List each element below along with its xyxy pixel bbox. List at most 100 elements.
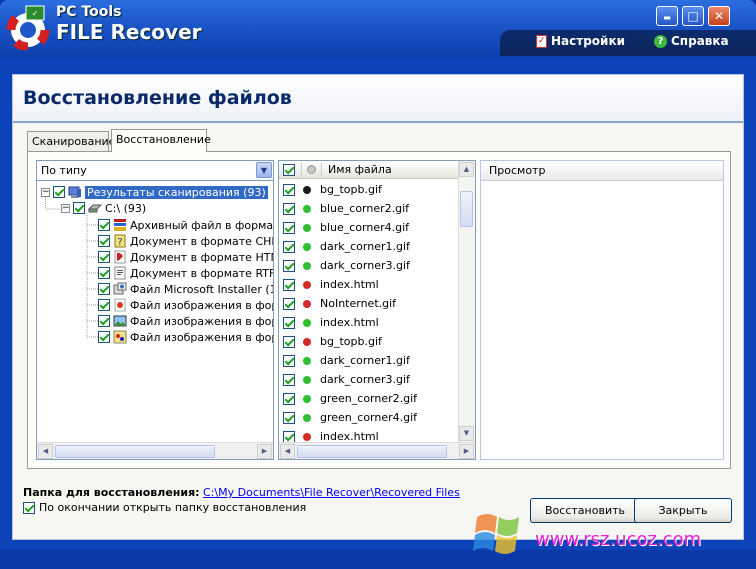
tree-item[interactable]: Документ в формате HTML (: [98, 249, 273, 265]
list-item[interactable]: dark_corner1.gif: [279, 351, 459, 370]
tree-item-label: Файл изображения в формате: [130, 298, 273, 312]
tab-scan[interactable]: Сканирование: [27, 131, 115, 151]
open-folder-label: По окончании открыть папку восстановлени…: [39, 501, 307, 514]
tab-restore[interactable]: Восстановление: [111, 129, 211, 152]
item-checkbox[interactable]: [98, 315, 110, 327]
list-item[interactable]: dark_corner3.gif: [279, 256, 459, 275]
open-folder-checkbox[interactable]: [23, 501, 35, 514]
restore-folder-link[interactable]: C:\My Documents\File Recover\Recovered F…: [203, 486, 460, 499]
file-checkbox[interactable]: [283, 373, 295, 386]
file-name: bg_topb.gif: [320, 183, 382, 196]
collapse-toggle-icon[interactable]: −: [61, 203, 70, 213]
open-folder-option[interactable]: По окончании открыть папку восстановлени…: [23, 501, 306, 514]
tree-item-label: Документ в формате HTML (: [130, 250, 273, 264]
page-title: Восстановление файлов: [23, 87, 292, 109]
minimize-button[interactable]: ▬: [656, 6, 678, 26]
list-item[interactable]: bg_topb.gif: [279, 332, 459, 351]
settings-menu-item[interactable]: ✓ Настройки: [536, 34, 625, 48]
scroll-left-icon[interactable]: ◀: [280, 444, 295, 459]
item-checkbox[interactable]: [98, 267, 110, 279]
chevron-down-icon[interactable]: ▼: [256, 162, 272, 178]
scan-results-tree: По типу ▼ − Результаты сканирования (93)…: [36, 160, 274, 460]
scroll-thumb[interactable]: [55, 445, 215, 458]
scroll-right-icon[interactable]: ▶: [459, 444, 474, 459]
help-icon: ?: [654, 34, 667, 48]
file-checkbox[interactable]: [283, 259, 295, 272]
scroll-left-icon[interactable]: ◀: [38, 444, 53, 459]
list-item[interactable]: bg_topb.gif: [279, 180, 459, 199]
file-checkbox[interactable]: [283, 411, 295, 424]
item-checkbox[interactable]: [98, 251, 110, 263]
file-checkbox[interactable]: [283, 316, 295, 329]
list-vertical-scrollbar[interactable]: ▲ ▼: [458, 161, 475, 443]
close-window-button[interactable]: ✕: [708, 6, 730, 26]
list-item[interactable]: dark_corner3.gif: [279, 370, 459, 389]
tree-item[interactable]: Документ в формате RTF (1): [98, 265, 273, 281]
recovery-status-icon: [303, 375, 311, 384]
file-name: dark_corner1.gif: [320, 354, 410, 367]
file-name: dark_corner3.gif: [320, 373, 410, 386]
tree-horizontal-scrollbar[interactable]: ◀ ▶: [37, 442, 273, 459]
close-button[interactable]: Закрыть: [634, 498, 732, 523]
list-item[interactable]: dark_corner1.gif: [279, 237, 459, 256]
list-item[interactable]: blue_corner2.gif: [279, 199, 459, 218]
scroll-thumb[interactable]: [460, 191, 473, 227]
list-item[interactable]: index.html: [279, 313, 459, 332]
tree-item[interactable]: Файл Microsoft Installer (1): [98, 281, 273, 297]
file-name: blue_corner4.gif: [320, 221, 410, 234]
status-column-icon[interactable]: [307, 165, 316, 174]
app-window: ✓ PC Tools FILE Recover ▬ □ ✕ ✓ Настройк…: [0, 0, 756, 554]
item-checkbox[interactable]: [98, 299, 110, 311]
scroll-right-icon[interactable]: ▶: [257, 444, 272, 459]
tree-root-row[interactable]: − Результаты сканирования (93): [41, 184, 273, 200]
column-header-filename[interactable]: Имя файла: [328, 163, 392, 176]
file-checkbox[interactable]: [283, 221, 295, 234]
file-checkbox[interactable]: [283, 297, 295, 310]
tree-item[interactable]: Файл изображения в формате: [98, 313, 273, 329]
list-item[interactable]: green_corner2.gif: [279, 389, 459, 408]
tree-item[interactable]: Архивный файл в формате ZIP: [98, 217, 273, 233]
list-item[interactable]: index.html: [279, 275, 459, 294]
item-checkbox[interactable]: [98, 235, 110, 247]
scroll-up-icon[interactable]: ▲: [459, 162, 474, 177]
file-checkbox[interactable]: [283, 202, 295, 215]
recovery-status-icon: [303, 223, 311, 232]
file-checkbox[interactable]: [283, 392, 295, 405]
scroll-thumb[interactable]: [297, 445, 447, 458]
file-checkbox[interactable]: [283, 278, 295, 291]
drive-checkbox[interactable]: [73, 202, 85, 214]
item-checkbox[interactable]: [98, 283, 110, 295]
file-name: index.html: [320, 278, 379, 291]
group-by-select[interactable]: По типу ▼: [37, 161, 273, 181]
file-name: green_corner4.gif: [320, 411, 418, 424]
file-checkbox[interactable]: [283, 240, 295, 253]
list-horizontal-scrollbar[interactable]: ◀ ▶: [279, 442, 475, 459]
tree-item-label: Файл изображения в формате: [130, 330, 273, 344]
scroll-down-icon[interactable]: ▼: [459, 426, 474, 441]
collapse-toggle-icon[interactable]: −: [41, 187, 50, 197]
list-item[interactable]: green_corner4.gif: [279, 408, 459, 427]
maximize-button[interactable]: □: [682, 6, 704, 26]
file-checkbox[interactable]: [283, 183, 295, 196]
list-item[interactable]: blue_corner4.gif: [279, 218, 459, 237]
html-document-icon: [114, 250, 126, 264]
select-all-checkbox[interactable]: [283, 163, 295, 176]
file-checkbox[interactable]: [283, 354, 295, 367]
app-brand: PC Tools: [56, 4, 122, 20]
app-title: FILE Recover: [56, 20, 202, 44]
file-name: dark_corner3.gif: [320, 259, 410, 272]
restore-panel: По типу ▼ − Результаты сканирования (93)…: [27, 151, 731, 469]
tree-drive-row[interactable]: − C:\ (93): [61, 200, 273, 216]
item-checkbox[interactable]: [98, 219, 110, 231]
tree-root-label: Результаты сканирования (93): [85, 185, 268, 199]
tree-item[interactable]: Файл изображения в формате: [98, 329, 273, 345]
help-menu-item[interactable]: ? Справка: [654, 34, 729, 48]
item-checkbox[interactable]: [98, 331, 110, 343]
list-item[interactable]: NoInternet.gif: [279, 294, 459, 313]
file-checkbox[interactable]: [283, 335, 295, 348]
restore-button[interactable]: Восстановить: [530, 498, 640, 523]
file-checkbox[interactable]: [283, 430, 295, 443]
root-checkbox[interactable]: [53, 186, 65, 198]
tree-item[interactable]: ? Документ в формате CHM (1): [98, 233, 273, 249]
tree-item[interactable]: Файл изображения в формате: [98, 297, 273, 313]
